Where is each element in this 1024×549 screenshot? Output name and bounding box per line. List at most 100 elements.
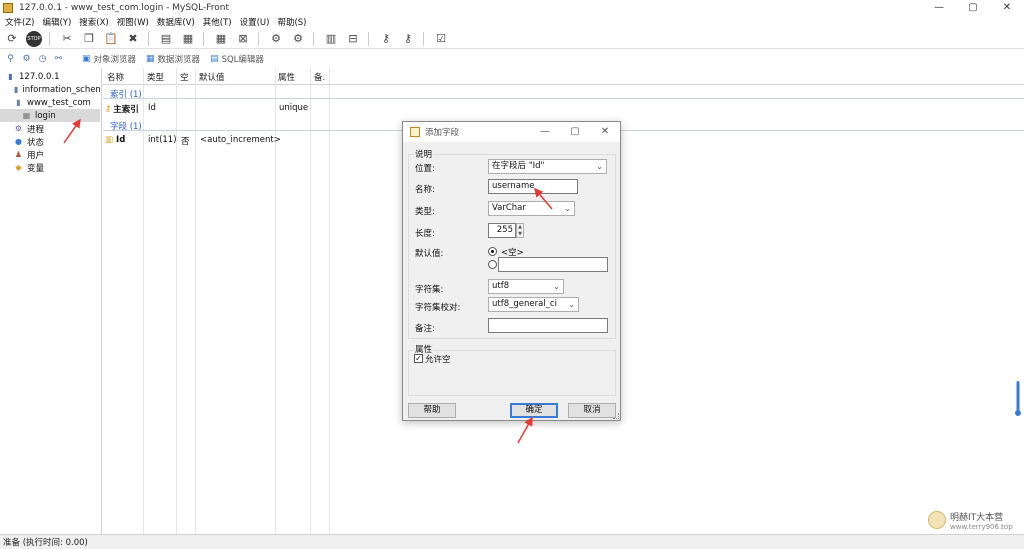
status-bar: 准备 (执行时间: 0.00) [0, 534, 1024, 549]
tree-icon[interactable]: ⚲ [5, 54, 16, 65]
menu-file[interactable]: 文件(Z) [5, 16, 34, 28]
type-label: 类型: [415, 207, 435, 217]
tree-item-processes[interactable]: ⚙ 进程 [0, 122, 100, 135]
default-null-radio[interactable] [488, 247, 497, 256]
comment-field[interactable] [488, 318, 608, 333]
menu-view[interactable]: 视图(W) [117, 16, 149, 28]
name-field[interactable]: username [488, 179, 578, 194]
maximize-icon[interactable]: ▢ [956, 0, 990, 15]
col-header-comment[interactable]: 备. [314, 71, 325, 83]
menu-other[interactable]: 其他(T) [203, 16, 232, 28]
toolbar-separator [368, 31, 369, 46]
tab-object-browser[interactable]: ▣ 对象浏览器 [82, 53, 136, 65]
checklist-icon[interactable]: ☑ [433, 31, 449, 47]
dialog-title-bar[interactable]: 添加字段 — ▢ ✕ [403, 122, 620, 142]
window-title: 127.0.0.1 - www_test_com.login - MySQL-F… [19, 2, 230, 13]
default-value-field[interactable] [498, 257, 608, 272]
minimize-icon[interactable]: — [530, 122, 560, 142]
tree-item-label: www_test_com [27, 97, 91, 108]
index-attribute: unique [279, 103, 309, 113]
tree-item-variables[interactable]: ◆ 变量 [0, 161, 100, 174]
view-toolbar: ⚲ ⚙ ◷ ⚯ ▣ 对象浏览器 ▦ 数据浏览器 ▤ SQL编辑器 [0, 51, 1024, 67]
watermark-line1: 明赫IT大本营 [950, 512, 1004, 523]
cut-icon[interactable]: ✂ [59, 31, 75, 47]
length-field[interactable]: 255 [488, 223, 516, 238]
collation-select[interactable]: utf8_general_ci ⌄ [488, 297, 579, 312]
key-icon: ⚷ [105, 104, 112, 114]
menu-database[interactable]: 数据库(V) [157, 16, 195, 28]
length-stepper[interactable]: ▲ ▼ [516, 223, 524, 238]
col-header-attribute[interactable]: 属性 [278, 71, 295, 83]
allow-null-checkbox[interactable]: ✓ [414, 354, 423, 363]
minimize-icon[interactable]: — [922, 0, 956, 15]
col-header-default[interactable]: 默认值 [199, 71, 225, 83]
link-edit-icon[interactable]: ⚙ [290, 31, 306, 47]
table-row[interactable]: ⚷ 主索引 [105, 103, 139, 115]
database-icon[interactable]: ▤ [158, 31, 174, 47]
ok-button[interactable]: 确定 [510, 403, 558, 418]
name-label: 名称: [415, 185, 435, 195]
link-icon[interactable]: ⚙ [268, 31, 284, 47]
data-browser-icon: ▦ [146, 54, 155, 64]
tab-data-browser[interactable]: ▦ 数据浏览器 [146, 53, 200, 65]
tree-item-users[interactable]: ♟ 用户 [0, 148, 100, 161]
tab-sql-editor[interactable]: ▤ SQL编辑器 [210, 53, 264, 65]
tree-item-label: information_schema [22, 84, 100, 95]
database-icon: ▮ [14, 85, 19, 94]
delete-icon[interactable]: ✖ [125, 31, 141, 47]
thermometer-icon[interactable] [1015, 381, 1021, 417]
type-select[interactable]: VarChar ⌄ [488, 201, 575, 216]
add-field-dialog: 添加字段 — ▢ ✕ 说明 位置: 在字段后 "Id" ⌄ 名称: userna… [402, 121, 621, 421]
columns-delete-icon[interactable]: ⊟ [345, 31, 361, 47]
toolbar-separator [423, 31, 424, 46]
tree-item-www-test-com[interactable]: ▮ www_test_com [0, 96, 100, 109]
menu-help[interactable]: 帮助(S) [277, 16, 306, 28]
tree-item-label: 变量 [27, 163, 45, 174]
default-custom-radio[interactable] [488, 260, 497, 269]
tree-item-label: 127.0.0.1 [19, 71, 60, 82]
menu-settings[interactable]: 设置(U) [240, 16, 270, 28]
paste-icon[interactable]: 📋 [103, 31, 119, 47]
columns-icon[interactable]: ▥ [323, 31, 339, 47]
position-label: 位置: [415, 164, 435, 174]
maximize-icon[interactable]: ▢ [560, 122, 590, 142]
position-select[interactable]: 在字段后 "Id" ⌄ [488, 159, 607, 174]
description-group-label: 说明 [414, 148, 434, 160]
tree-item-status[interactable]: ● 状态 [0, 135, 100, 148]
link-icon[interactable]: ⚯ [53, 54, 64, 65]
sql-editor-icon: ▤ [210, 54, 219, 64]
tab-label: 数据浏览器 [157, 55, 201, 65]
tree-item-information-schema[interactable]: ▮ information_schema [0, 83, 100, 96]
menu-edit[interactable]: 编辑(Y) [42, 16, 71, 28]
help-button[interactable]: 帮助 [408, 403, 456, 418]
export-icon[interactable]: ▦ [180, 31, 196, 47]
table-row[interactable]: ▥ Id [105, 135, 125, 145]
tree-item-server[interactable]: ▮ 127.0.0.1 [0, 70, 100, 83]
col-header-name[interactable]: 名称 [107, 71, 124, 83]
charset-select[interactable]: utf8 ⌄ [488, 279, 564, 294]
menu-search[interactable]: 搜索(X) [79, 16, 108, 28]
settings-icon[interactable]: ⚙ [21, 54, 32, 65]
cancel-button[interactable]: 取消 [568, 403, 616, 418]
history-icon[interactable]: ◷ [37, 54, 48, 65]
variables-icon: ◆ [15, 163, 22, 172]
key-edit-icon[interactable]: ⚷ [400, 31, 416, 47]
refresh-icon[interactable]: ⟳ [4, 31, 20, 47]
table-icon[interactable]: ▦ [213, 31, 229, 47]
watermark: 明赫IT大本营 www.terry906.top [928, 508, 1024, 532]
table-delete-icon[interactable]: ⊠ [235, 31, 251, 47]
tree-item-label: 状态 [27, 137, 45, 148]
chevron-down-icon: ⌄ [553, 282, 560, 291]
close-icon[interactable]: ✕ [590, 122, 620, 142]
tree-item-login[interactable]: ▦ login [0, 109, 100, 122]
field-name: Id [116, 135, 126, 145]
key-icon[interactable]: ⚷ [378, 31, 394, 47]
resize-grip-icon[interactable] [613, 413, 619, 419]
col-header-type[interactable]: 类型 [147, 71, 164, 83]
copy-icon[interactable]: ❐ [81, 31, 97, 47]
close-icon[interactable]: ✕ [990, 0, 1024, 15]
stop-icon[interactable]: STOP [26, 30, 42, 47]
charset-label: 字符集: [415, 285, 444, 295]
process-icon: ⚙ [14, 124, 23, 133]
col-header-null[interactable]: 空 [180, 71, 189, 83]
